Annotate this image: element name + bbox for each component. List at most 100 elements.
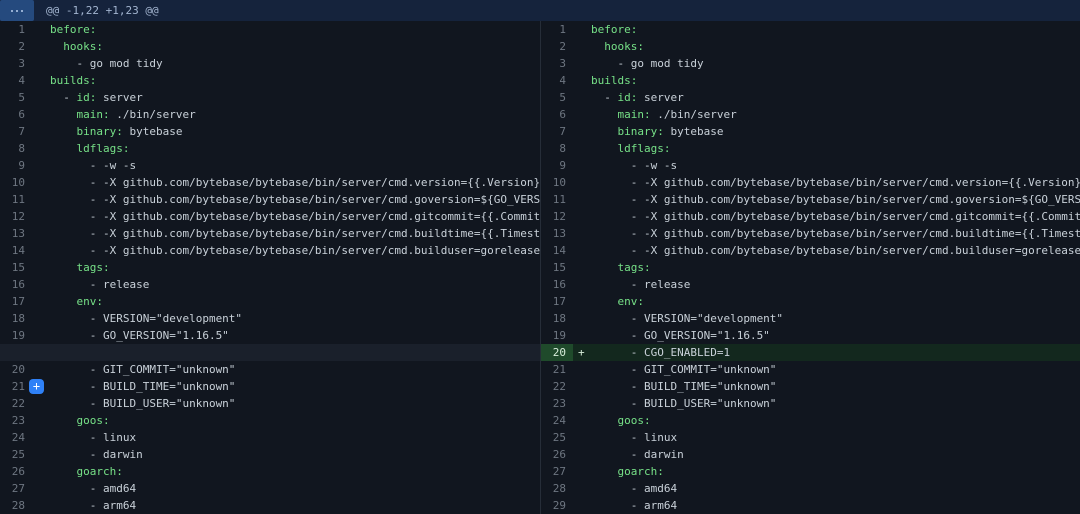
- line-number[interactable]: 9: [0, 157, 32, 174]
- diff-marker: [32, 259, 50, 276]
- diff-row: 8 ldflags:: [541, 140, 1080, 157]
- code-line: hooks:: [591, 38, 1080, 55]
- line-number[interactable]: 28: [541, 480, 573, 497]
- line-number[interactable]: 26: [541, 446, 573, 463]
- line-number[interactable]: 7: [0, 123, 32, 140]
- line-number[interactable]: 23: [0, 412, 32, 429]
- diff-marker: [32, 157, 50, 174]
- line-number[interactable]: 26: [0, 463, 32, 480]
- code-line: - go mod tidy: [591, 55, 1080, 72]
- line-number[interactable]: 4: [541, 72, 573, 89]
- line-number[interactable]: 3: [0, 55, 32, 72]
- line-number[interactable]: 24: [0, 429, 32, 446]
- diff-marker: [573, 327, 591, 344]
- line-number[interactable]: 11: [0, 191, 32, 208]
- line-number[interactable]: 3: [541, 55, 573, 72]
- line-number[interactable]: 2: [541, 38, 573, 55]
- line-number[interactable]: 17: [0, 293, 32, 310]
- diff-pane-old: 1before:2 hooks:3 - go mod tidy4builds:5…: [0, 21, 540, 514]
- line-number[interactable]: 25: [541, 429, 573, 446]
- code-line: binary: bytebase: [50, 123, 540, 140]
- diff-row: 27 goarch:: [541, 463, 1080, 480]
- line-number[interactable]: 18: [541, 310, 573, 327]
- diff-marker: [32, 361, 50, 378]
- line-number[interactable]: 22: [0, 395, 32, 412]
- line-number[interactable]: 15: [0, 259, 32, 276]
- diff-marker: [32, 72, 50, 89]
- line-number[interactable]: 14: [541, 242, 573, 259]
- diff-row: 22 - BUILD_USER="unknown": [0, 395, 540, 412]
- line-number[interactable]: 8: [0, 140, 32, 157]
- line-number[interactable]: 13: [541, 225, 573, 242]
- line-number[interactable]: 22: [541, 378, 573, 395]
- line-number[interactable]: 29: [541, 497, 573, 514]
- line-number[interactable]: 17: [541, 293, 573, 310]
- diff-row: 25 - darwin: [0, 446, 540, 463]
- line-number[interactable]: 6: [541, 106, 573, 123]
- diff-row: 17 env:: [541, 293, 1080, 310]
- diff-marker: [573, 429, 591, 446]
- line-number[interactable]: 13: [0, 225, 32, 242]
- diff-row: 4builds:: [541, 72, 1080, 89]
- diff-row: 14 - -X github.com/bytebase/bytebase/bin…: [0, 242, 540, 259]
- diff-row: 7 binary: bytebase: [0, 123, 540, 140]
- line-number[interactable]: 12: [541, 208, 573, 225]
- code-line: - BUILD_TIME="unknown": [50, 378, 540, 395]
- line-number[interactable]: 11: [541, 191, 573, 208]
- line-number[interactable]: 12: [0, 208, 32, 225]
- line-number[interactable]: 27: [541, 463, 573, 480]
- line-number[interactable]: 21: [0, 378, 32, 395]
- code-line: - GIT_COMMIT="unknown": [50, 361, 540, 378]
- code-line: [50, 344, 540, 361]
- diff-row: 5 - id: server: [541, 89, 1080, 106]
- line-number[interactable]: 1: [541, 21, 573, 38]
- diff-row: 10 - -X github.com/bytebase/bytebase/bin…: [0, 174, 540, 191]
- line-number[interactable]: 15: [541, 259, 573, 276]
- line-number[interactable]: 10: [541, 174, 573, 191]
- line-number[interactable]: 8: [541, 140, 573, 157]
- line-number[interactable]: 9: [541, 157, 573, 174]
- diff-row: 14 - -X github.com/bytebase/bytebase/bin…: [541, 242, 1080, 259]
- line-number[interactable]: 4: [0, 72, 32, 89]
- line-number[interactable]: 14: [0, 242, 32, 259]
- code-line: - -X github.com/bytebase/bytebase/bin/se…: [591, 174, 1080, 191]
- line-number[interactable]: 18: [0, 310, 32, 327]
- line-number[interactable]: 21: [541, 361, 573, 378]
- line-number[interactable]: 20: [541, 344, 573, 361]
- line-number[interactable]: 23: [541, 395, 573, 412]
- code-line: binary: bytebase: [591, 123, 1080, 140]
- diff-row-empty: [0, 344, 540, 361]
- line-number[interactable]: 28: [0, 497, 32, 514]
- line-number[interactable]: 19: [0, 327, 32, 344]
- line-number[interactable]: 5: [541, 89, 573, 106]
- line-number[interactable]: 25: [0, 446, 32, 463]
- diff-row: 18 - VERSION="development": [541, 310, 1080, 327]
- line-number[interactable]: 16: [0, 276, 32, 293]
- line-number[interactable]: 6: [0, 106, 32, 123]
- diff-marker: [573, 480, 591, 497]
- line-number[interactable]: 16: [541, 276, 573, 293]
- code-line: - darwin: [591, 446, 1080, 463]
- diff-marker: [32, 38, 50, 55]
- line-number[interactable]: 1: [0, 21, 32, 38]
- code-line: env:: [50, 293, 540, 310]
- diff-row: 19 - GO_VERSION="1.16.5": [541, 327, 1080, 344]
- line-number[interactable]: 27: [0, 480, 32, 497]
- code-line: - VERSION="development": [591, 310, 1080, 327]
- diff-row: 23 goos:: [0, 412, 540, 429]
- diff-marker: [573, 378, 591, 395]
- diff-marker: [32, 89, 50, 106]
- line-number[interactable]: 24: [541, 412, 573, 429]
- expand-hunk-button[interactable]: [0, 0, 34, 21]
- diff-row: 13 - -X github.com/bytebase/bytebase/bin…: [0, 225, 540, 242]
- line-number[interactable]: 10: [0, 174, 32, 191]
- diff-marker: [32, 21, 50, 38]
- line-number[interactable]: 7: [541, 123, 573, 140]
- line-number[interactable]: 19: [541, 327, 573, 344]
- code-line: - BUILD_USER="unknown": [591, 395, 1080, 412]
- line-number[interactable]: 2: [0, 38, 32, 55]
- line-number[interactable]: 20: [0, 361, 32, 378]
- line-number[interactable]: 5: [0, 89, 32, 106]
- add-comment-button[interactable]: +: [29, 379, 44, 394]
- diff-row: 3 - go mod tidy: [541, 55, 1080, 72]
